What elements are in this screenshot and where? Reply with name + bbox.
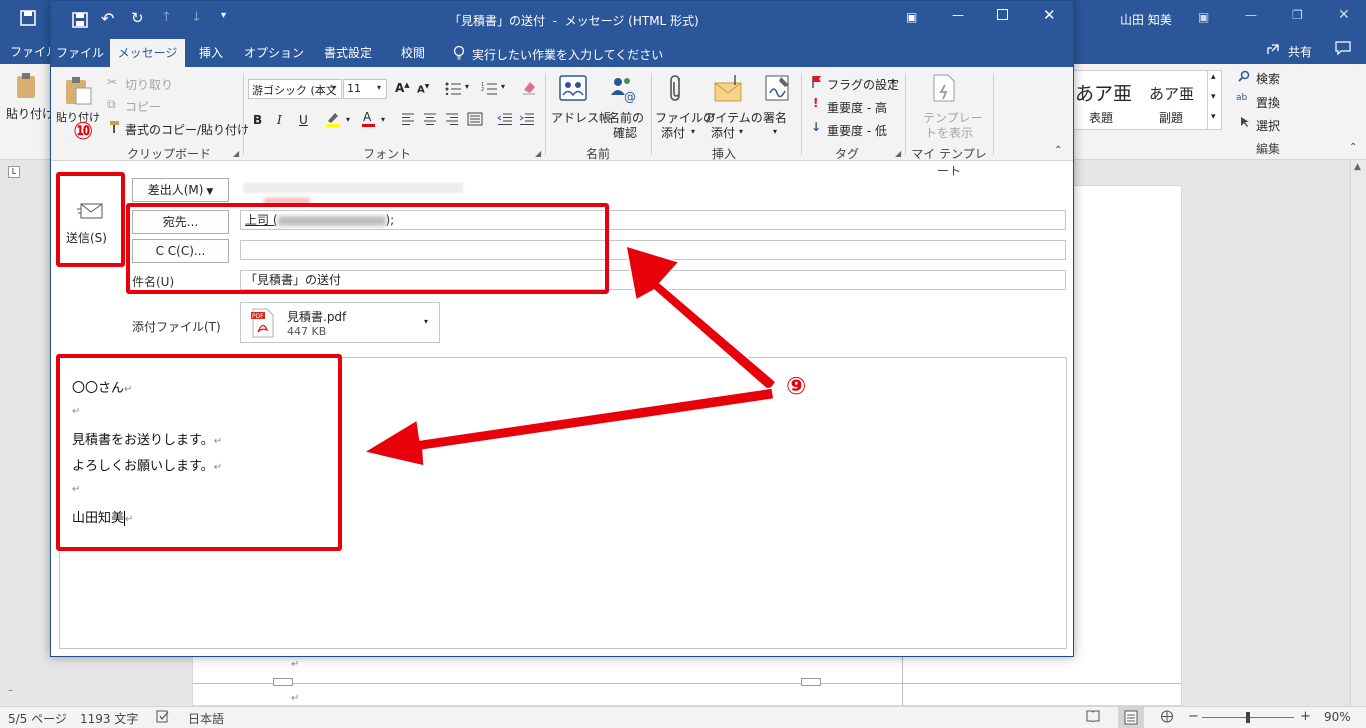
- annotation-arrows: [362, 244, 778, 467]
- arrow-to-body: [362, 387, 775, 467]
- arrow-to-header: [625, 244, 778, 393]
